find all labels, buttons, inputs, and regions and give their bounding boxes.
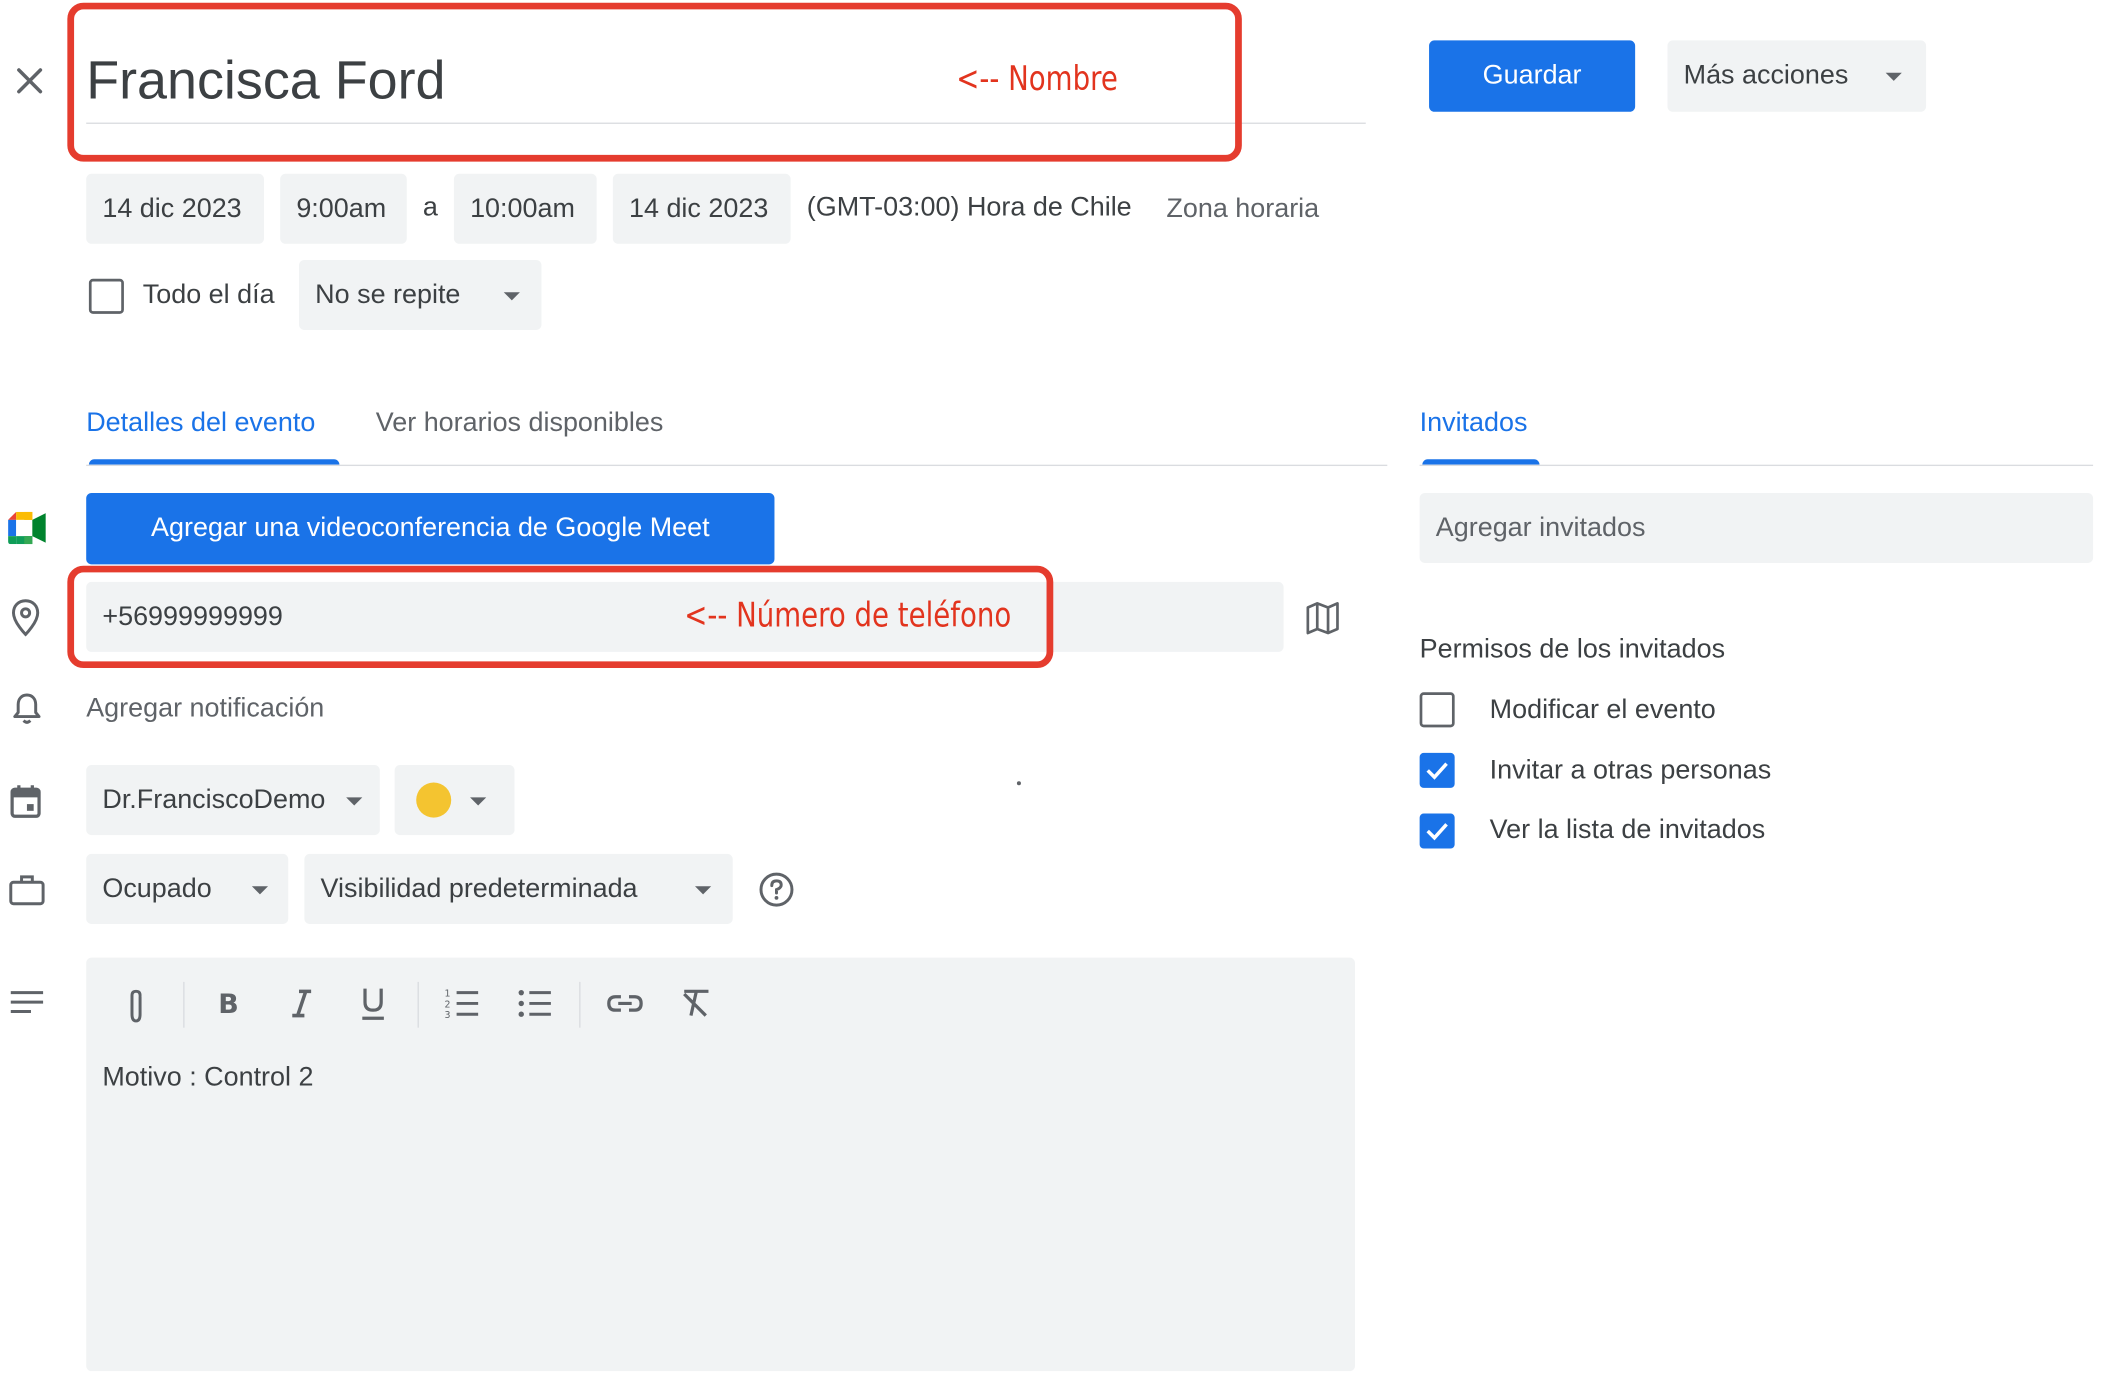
calendar-select[interactable]: Dr.FranciscoDemo	[86, 765, 380, 836]
permission-modify-label: Modificar el evento	[1489, 695, 1716, 725]
numbered-list-icon[interactable]: 123	[444, 987, 479, 1020]
chevron-down-icon	[470, 797, 487, 806]
bulleted-list-icon[interactable]	[517, 987, 552, 1019]
chevron-down-icon	[346, 797, 363, 806]
description-editor[interactable]: B 123 Motivo : Control 2	[86, 957, 1355, 1372]
calendar-icon	[8, 783, 43, 821]
briefcase-icon	[8, 873, 46, 908]
chevron-down-icon	[503, 292, 520, 301]
status-select[interactable]: Ocupado	[86, 853, 289, 924]
repeat-select[interactable]: No se repite	[299, 259, 542, 330]
permission-see-list-label: Ver la lista de invitados	[1489, 814, 1766, 845]
annotation-phone-note: <-- Número de teléfono	[684, 595, 1012, 635]
tabs-divider	[86, 464, 1388, 467]
close-icon[interactable]	[8, 59, 51, 102]
toolbar-separator	[183, 981, 185, 1028]
checkmark-icon	[1426, 823, 1448, 841]
end-time-value: 10:00am	[470, 193, 575, 223]
event-editor: Francisca Ford <-- Nombre Guardar Más ac…	[0, 0, 2108, 1398]
svg-text:3: 3	[444, 1010, 450, 1019]
permission-modify-checkbox[interactable]	[1419, 692, 1455, 728]
all-day-label: Todo el día	[142, 280, 275, 310]
start-date-field[interactable]: 14 dic 2023	[86, 173, 264, 244]
more-actions-label: Más acciones	[1683, 60, 1849, 91]
italic-icon[interactable]	[288, 987, 315, 1019]
timezone-link[interactable]: Zona horaria	[1166, 194, 1319, 225]
permission-see-list-checkbox[interactable]	[1419, 813, 1455, 849]
stray-dot	[1016, 781, 1021, 786]
add-notification-link[interactable]: Agregar notificación	[86, 694, 324, 725]
end-date-value: 14 dic 2023	[629, 193, 769, 223]
to-label: a	[422, 192, 438, 223]
checkmark-icon	[1426, 762, 1448, 780]
clear-format-icon[interactable]	[679, 987, 714, 1019]
bell-icon	[11, 691, 43, 726]
status-value: Ocupado	[102, 873, 212, 904]
chevron-down-icon	[695, 886, 712, 895]
timezone-text: (GMT-03:00) Hora de Chile	[806, 192, 1132, 223]
description-text: Motivo : Control 2	[102, 1062, 314, 1093]
bold-icon[interactable]: B	[216, 987, 243, 1020]
tab-guests[interactable]: Invitados	[1420, 408, 1528, 439]
google-meet-icon	[8, 511, 46, 545]
visibility-value: Visibilidad predeterminada	[320, 873, 638, 904]
toolbar-separator	[579, 981, 581, 1028]
chevron-down-icon	[1885, 72, 1902, 81]
start-date-value: 14 dic 2023	[102, 193, 242, 223]
svg-text:1: 1	[444, 989, 450, 1000]
event-color-swatch	[416, 782, 452, 818]
start-time-value: 9:00am	[296, 193, 387, 223]
attach-icon[interactable]	[121, 987, 151, 1025]
svg-text:B: B	[218, 989, 239, 1020]
guests-divider	[1419, 464, 2094, 467]
location-pin-icon	[9, 598, 41, 638]
map-icon[interactable]	[1305, 601, 1340, 636]
guest-permissions-title: Permisos de los invitados	[1419, 634, 1726, 665]
end-date-field[interactable]: 14 dic 2023	[612, 173, 791, 244]
event-color-select[interactable]	[394, 765, 515, 836]
help-icon[interactable]	[758, 871, 794, 907]
add-guests-input[interactable]: Agregar invitados	[1419, 492, 2094, 564]
add-guests-placeholder: Agregar invitados	[1435, 512, 1646, 543]
all-day-checkbox[interactable]	[88, 278, 124, 314]
more-actions-button[interactable]: Más acciones	[1667, 40, 1927, 112]
permission-invite-label: Invitar a otras personas	[1489, 755, 1772, 786]
save-button[interactable]: Guardar	[1429, 40, 1636, 112]
toolbar-separator	[417, 981, 419, 1028]
tab-event-details[interactable]: Detalles del evento	[86, 408, 315, 439]
annotation-name-note: <-- Nombre	[956, 59, 1118, 99]
chevron-down-icon	[251, 886, 269, 895]
underline-icon[interactable]	[358, 985, 388, 1023]
link-icon[interactable]	[606, 990, 644, 1017]
repeat-value: No se repite	[315, 279, 461, 310]
tab-find-a-time[interactable]: Ver horarios disponibles	[376, 408, 664, 439]
description-lines-icon	[9, 989, 44, 1016]
visibility-select[interactable]: Visibilidad predeterminada	[304, 853, 733, 924]
calendar-value: Dr.FranciscoDemo	[102, 784, 326, 815]
add-meet-button[interactable]: Agregar una videoconferencia de Google M…	[86, 492, 775, 565]
svg-text:2: 2	[444, 999, 450, 1010]
permission-invite-checkbox[interactable]	[1419, 752, 1455, 788]
start-time-field[interactable]: 9:00am	[280, 173, 407, 244]
end-time-field[interactable]: 10:00am	[453, 173, 597, 244]
